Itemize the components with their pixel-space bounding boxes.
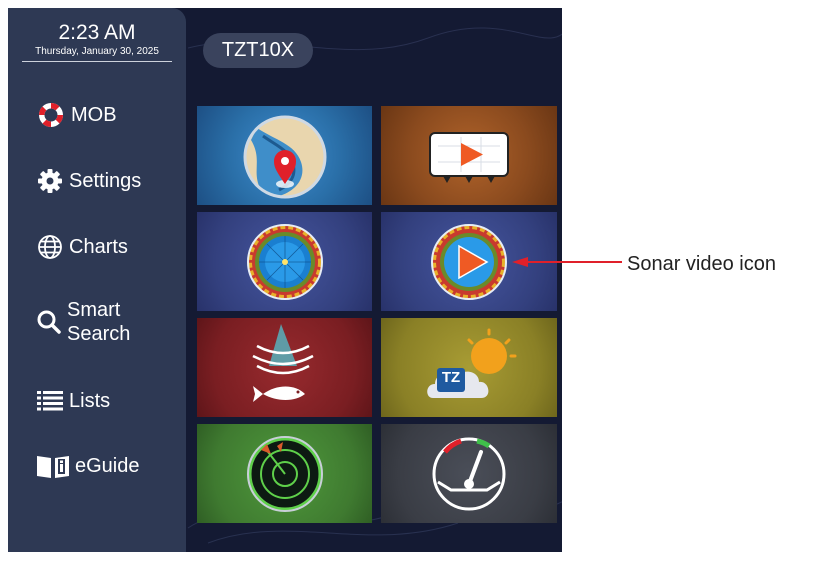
book-icon	[37, 456, 69, 478]
sidebar-item-label: eGuide	[75, 454, 140, 477]
radar-app-tile[interactable]	[197, 424, 372, 523]
sidebar-item-lists[interactable]: Lists	[36, 388, 110, 414]
model-name-button[interactable]: TZT10X	[203, 33, 313, 68]
callout-arrow	[512, 257, 622, 267]
display-screen: 2:23 AM Thursday, January 30, 2025 MOB S…	[8, 8, 562, 552]
clock: 2:23 AM Thursday, January 30, 2025	[8, 22, 186, 62]
sidebar-item-label-line1: Smart	[67, 299, 121, 321]
sidebar-item-smart-search[interactable]: Smart Search	[36, 298, 130, 346]
timezero-logo: TZ	[441, 369, 461, 386]
instruments-app-tile[interactable]	[381, 424, 557, 523]
globe-icon	[38, 235, 62, 259]
radar-icon	[247, 436, 323, 512]
weather-icon	[427, 328, 517, 398]
video-play-icon	[429, 132, 509, 183]
sidebar-item-settings[interactable]: Settings	[36, 167, 141, 195]
sidebar-item-label: Lists	[69, 389, 111, 412]
list-icon	[37, 391, 63, 411]
fish-finder-app-tile[interactable]	[197, 318, 372, 417]
sidebar-item-eguide[interactable]: eGuide	[36, 453, 140, 479]
clock-date: Thursday, January 30, 2025	[35, 46, 159, 57]
sidebar-item-label: MOB	[71, 103, 117, 126]
sidebar: 2:23 AM Thursday, January 30, 2025 MOB S…	[8, 8, 186, 552]
sidebar-item-mob[interactable]: MOB	[36, 100, 117, 130]
sidebar-item-label: Charts	[69, 235, 128, 258]
sidebar-item-label: Smart Search	[67, 298, 130, 346]
sonar-icon	[247, 224, 323, 300]
fish-finder-icon	[252, 324, 314, 402]
search-icon	[37, 310, 61, 334]
video-app-tile[interactable]	[381, 106, 557, 205]
lifebuoy-icon	[38, 102, 64, 128]
sidebar-item-charts[interactable]: Charts	[36, 233, 128, 261]
gear-icon	[38, 169, 62, 193]
gauge-icon	[432, 437, 506, 511]
chart-plotter-app-tile[interactable]	[197, 106, 372, 205]
callout-label: Sonar video icon	[627, 253, 776, 275]
clock-divider	[22, 61, 172, 62]
sonar-app-tile[interactable]	[197, 212, 372, 311]
clock-time: 2:23 AM	[58, 21, 136, 44]
timezero-weather-app-tile[interactable]: TZ	[381, 318, 557, 417]
map-pin-icon	[243, 115, 327, 199]
sidebar-item-label: Settings	[69, 169, 142, 192]
sidebar-item-label-line2: Search	[67, 323, 131, 345]
